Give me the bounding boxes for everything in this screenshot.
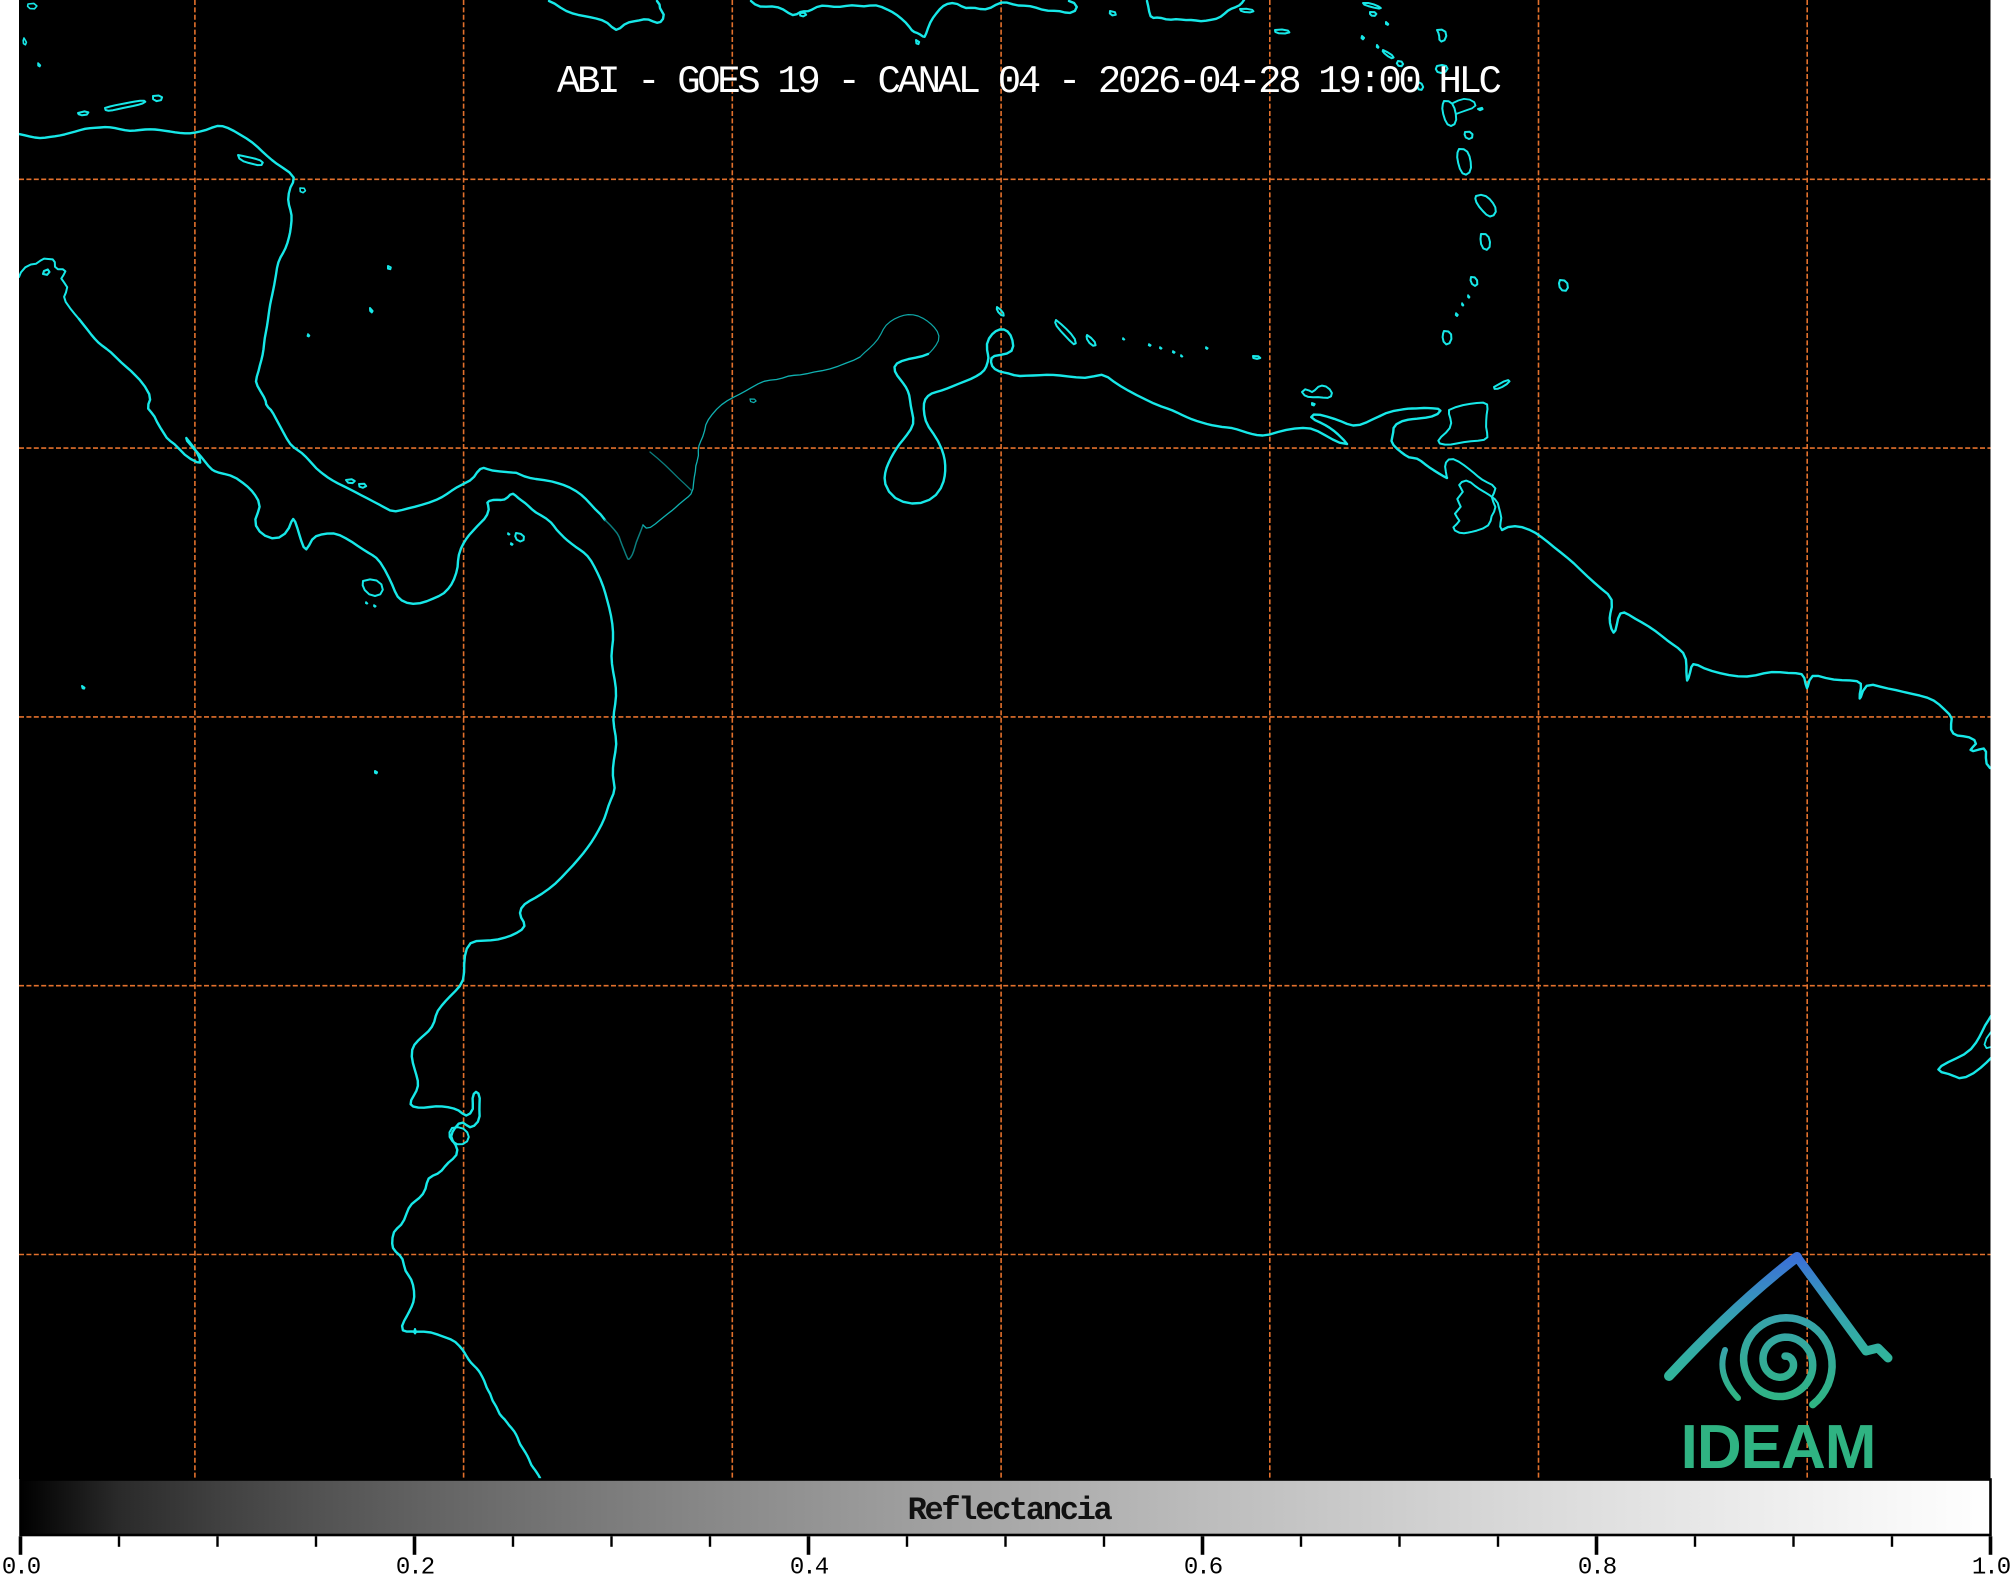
svg-text:0.2: 0.2 — [396, 1555, 434, 1577]
svg-text:IDEAM: IDEAM — [1681, 1413, 1876, 1482]
svg-text:0.6: 0.6 — [1184, 1555, 1222, 1577]
svg-text:Reflectancia: Reflectancia — [908, 1492, 1113, 1529]
svg-text:1.0: 1.0 — [1972, 1555, 2010, 1577]
svg-text:0.4: 0.4 — [790, 1555, 829, 1577]
svg-text:0.8: 0.8 — [1578, 1555, 1616, 1577]
svg-text:0.0: 0.0 — [2, 1555, 40, 1577]
svg-text:ABI - GOES 19 - CANAL 04 - 202: ABI - GOES 19 - CANAL 04 - 2026-04-28 19… — [557, 60, 1501, 104]
